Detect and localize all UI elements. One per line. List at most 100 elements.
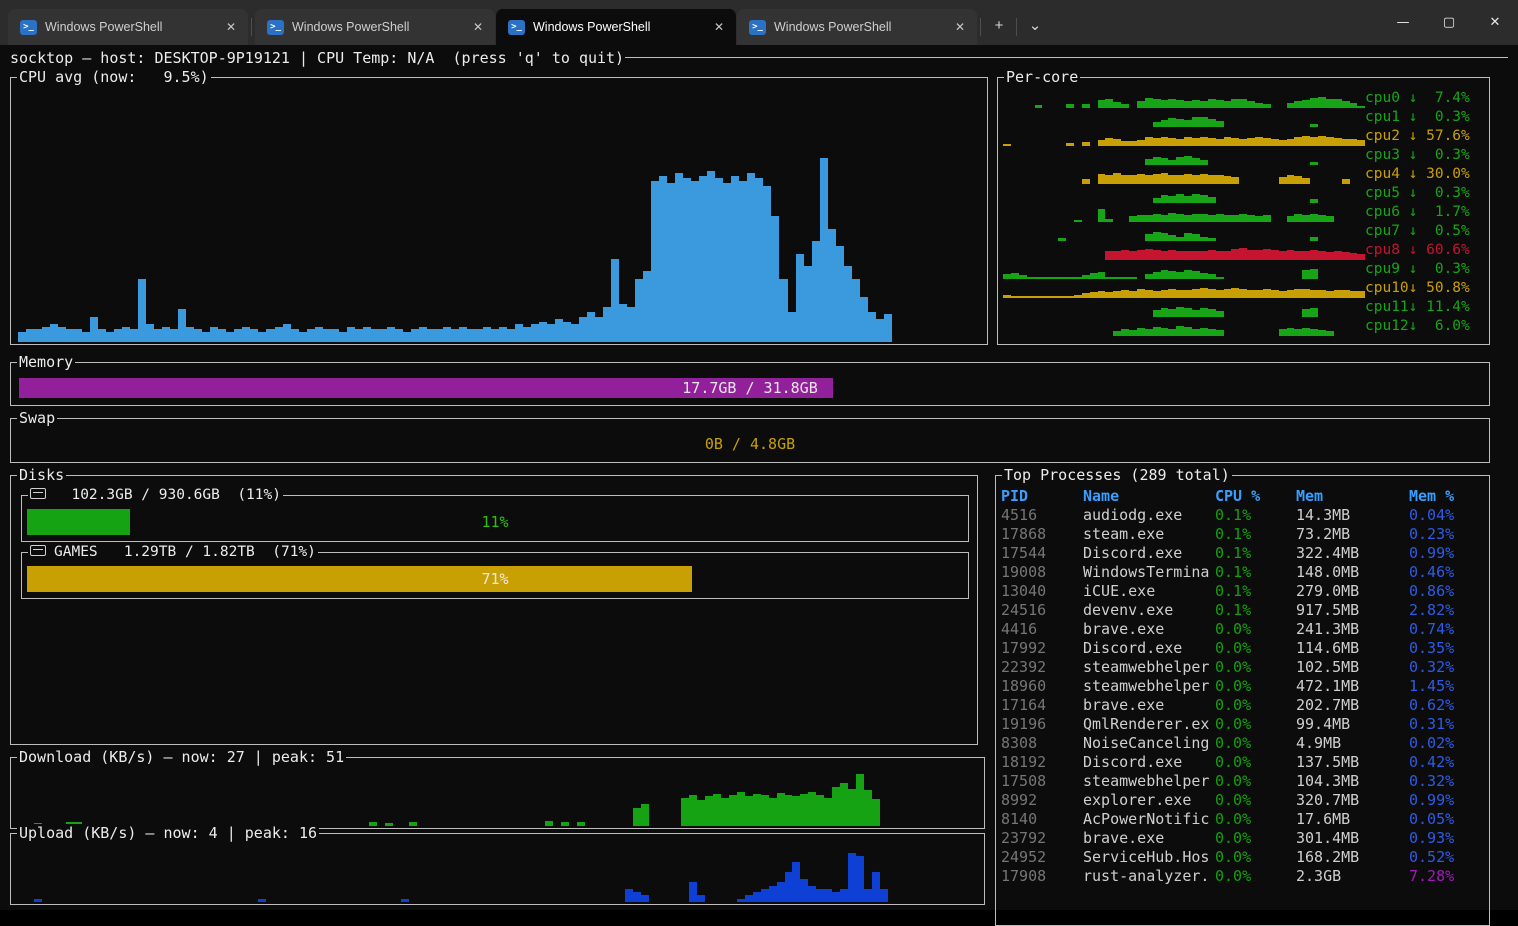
minimize-button[interactable]: — <box>1380 0 1426 45</box>
process-cell: 17992 <box>1001 639 1083 658</box>
process-cell: 0.93% <box>1409 829 1478 848</box>
process-cell: 99.4MB <box>1296 715 1409 734</box>
core-spark-bar <box>1192 289 1200 298</box>
tab-windows-powershell-3[interactable]: >_Windows PowerShell✕ <box>737 9 977 45</box>
tab-close-icon[interactable]: ✕ <box>951 18 969 36</box>
download-bar <box>840 783 848 826</box>
cpu-avg-bar <box>347 327 355 342</box>
core-spark-bar <box>1184 233 1192 241</box>
disk-0-percent-text: 11% <box>27 509 963 535</box>
core-spark-bar <box>1342 101 1350 108</box>
process-cell: 8308 <box>1001 734 1083 753</box>
cpu-avg-bar <box>788 312 796 342</box>
core-spark-bar <box>1176 119 1184 127</box>
core-spark-bar <box>1153 214 1161 222</box>
download-bar <box>641 804 649 826</box>
process-row: 24952ServiceHub.Hos0.0%168.2MB0.52% <box>1001 848 1487 867</box>
tab-dropdown-button[interactable]: ⌄ <box>1020 10 1050 40</box>
core-spark-bar <box>1105 175 1113 184</box>
core-spark-bar <box>1137 250 1145 260</box>
core-spark-bar <box>1208 99 1216 108</box>
terminal-viewport[interactable]: socktop — host: DESKTOP-9P19121 | CPU Te… <box>0 45 1518 910</box>
core-row-cpu7: cpu7 ↓ 0.5% <box>1003 222 1485 241</box>
core-spark-bar <box>1137 328 1145 336</box>
tab-close-icon[interactable]: ✕ <box>222 18 240 36</box>
core-row-cpu6: cpu6 ↓ 1.7% <box>1003 203 1485 222</box>
tab-windows-powershell-1[interactable]: >_Windows PowerShell✕ <box>255 9 495 45</box>
close-window-button[interactable]: ✕ <box>1472 0 1518 45</box>
cpu-avg-bar <box>836 246 844 342</box>
process-cell: WindowsTermina <box>1083 563 1215 582</box>
cpu-avg-title: CPU avg (now: 9.5%) <box>17 68 211 87</box>
process-cell: 0.74% <box>1409 620 1478 639</box>
core-spark-bar <box>1145 249 1153 260</box>
download-bar <box>577 822 585 826</box>
core-spark-bar <box>1192 251 1200 260</box>
upload-bar <box>872 872 880 902</box>
core-spark-bar <box>1326 137 1334 146</box>
core-label: cpu11↓ 11.4% <box>1365 298 1485 317</box>
cpu-avg-bar <box>707 171 715 342</box>
window-tab-bar: >_Windows PowerShell✕>_Windows PowerShel… <box>0 0 1518 45</box>
core-spark-bar <box>1192 158 1200 165</box>
core-spark-bar <box>1192 329 1200 336</box>
cpu-avg-bar <box>763 186 771 342</box>
core-spark-bar <box>1302 270 1310 279</box>
cpu-avg-bar <box>291 329 299 342</box>
tab-windows-powershell-0[interactable]: >_Windows PowerShell✕ <box>8 9 248 45</box>
core-spark-bar <box>1184 327 1192 336</box>
new-tab-button[interactable]: + <box>984 10 1014 40</box>
core-spark-bar <box>1176 157 1184 165</box>
core-spark-bar <box>1168 309 1176 317</box>
process-cell: 17868 <box>1001 525 1083 544</box>
tab-close-icon[interactable]: ✕ <box>710 18 728 36</box>
core-spark-bar <box>1098 100 1106 108</box>
process-cell: Discord.exe <box>1083 753 1215 772</box>
tab-close-icon[interactable]: ✕ <box>469 18 487 36</box>
tab-windows-powershell-2[interactable]: >_Windows PowerShell✕ <box>496 9 736 45</box>
core-spark-bar <box>1168 289 1176 298</box>
cpu-avg-bar <box>451 329 459 342</box>
upload-chart <box>18 846 977 902</box>
process-cell: 0.0% <box>1215 791 1296 810</box>
cpu-avg-bar <box>266 329 274 342</box>
core-row-cpu4: cpu4 ↓ 30.0% <box>1003 165 1485 184</box>
cpu-avg-bar <box>523 327 531 342</box>
process-cell: 0.32% <box>1409 658 1478 677</box>
core-spark-bar <box>1318 251 1326 260</box>
core-spark-bar <box>1184 137 1192 146</box>
core-spark-bar <box>1200 174 1208 184</box>
core-spark-bar <box>1145 215 1153 222</box>
cpu-avg-bar <box>66 329 74 342</box>
process-cell: steam.exe <box>1083 525 1215 544</box>
core-spark-bar <box>1263 249 1271 260</box>
process-cell: 24952 <box>1001 848 1083 867</box>
core-spark-bar <box>1145 234 1153 241</box>
cpu-avg-bar <box>146 324 154 342</box>
core-spark-bar <box>1153 232 1161 241</box>
core-spark-bar <box>1287 250 1295 260</box>
process-cell: explorer.exe <box>1083 791 1215 810</box>
maximize-button[interactable]: ▢ <box>1426 0 1472 45</box>
disk-0-panel: 102.3GB / 930.6GB (11%) 11% <box>21 495 969 542</box>
download-bar <box>816 795 824 826</box>
upload-bar <box>808 886 816 902</box>
process-cell: 7.28% <box>1409 867 1478 886</box>
core-spark-bar <box>1208 250 1216 260</box>
cpu-avg-bar <box>675 173 683 342</box>
process-cell: 4516 <box>1001 506 1083 525</box>
core-spark-bar <box>1247 138 1255 146</box>
cpu-avg-bar <box>747 173 755 342</box>
download-bar <box>856 774 864 826</box>
core-spark-bar <box>1168 175 1176 185</box>
cpu-avg-bar <box>771 216 779 342</box>
process-cell: QmlRenderer.ex <box>1083 715 1215 734</box>
upload-bar <box>689 882 697 902</box>
core-spark-bar <box>1161 328 1169 336</box>
process-row: 17868steam.exe0.1%73.2MB0.23% <box>1001 525 1487 544</box>
core-spark-bar <box>1279 177 1287 184</box>
download-bar <box>761 795 769 826</box>
upload-bar <box>840 889 848 902</box>
core-spark-bar <box>1231 288 1239 298</box>
process-row: 19196QmlRenderer.ex0.0%99.4MB0.31% <box>1001 715 1487 734</box>
